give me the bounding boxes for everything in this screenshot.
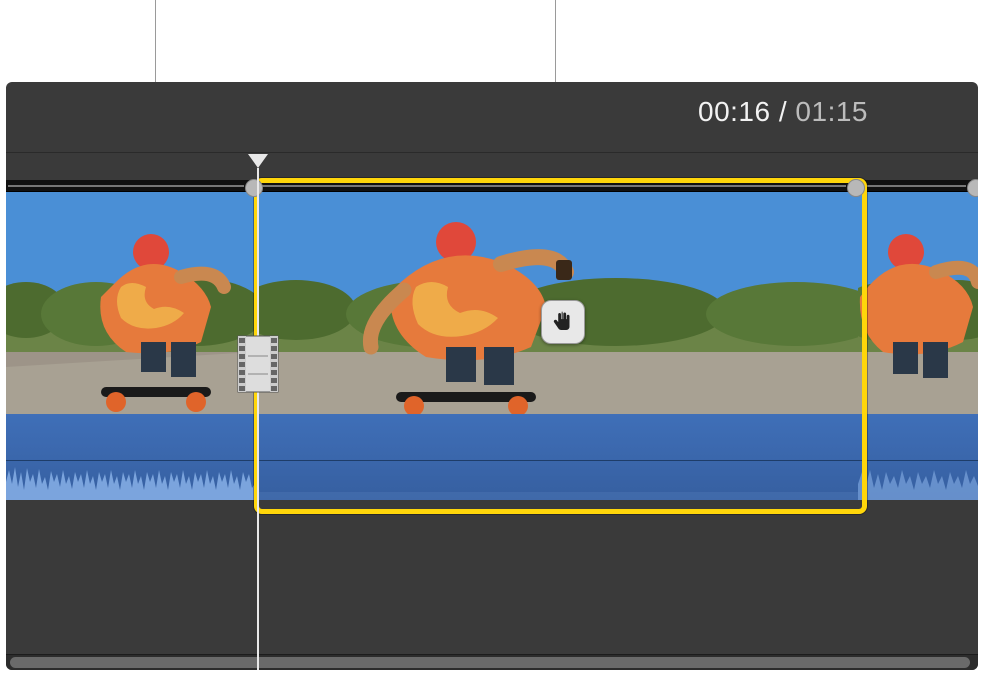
clip-thumbnail <box>6 192 256 414</box>
horizontal-scrollbar[interactable] <box>6 654 978 670</box>
timeline-ruler[interactable] <box>6 152 978 153</box>
time-current: 00:16 <box>698 96 771 127</box>
speed-handle[interactable] <box>967 179 978 197</box>
clip-thumbnail <box>858 192 978 414</box>
speed-bar[interactable] <box>858 180 978 192</box>
speed-bar[interactable] <box>256 180 858 192</box>
clip-audio-track[interactable] <box>858 414 978 500</box>
timeline-track[interactable] <box>6 180 978 500</box>
time-total: 01:15 <box>795 96 868 127</box>
playhead-skimmer-icon <box>234 334 282 394</box>
timecode-display: 00:16 / 01:15 <box>698 96 868 128</box>
speed-handle[interactable] <box>245 179 263 197</box>
clip-3[interactable] <box>858 180 978 500</box>
timeline-panel: 00:16 / 01:15 <box>6 82 978 670</box>
clip-1[interactable] <box>6 180 256 500</box>
playhead-line <box>257 168 259 670</box>
hand-icon <box>551 310 575 334</box>
time-separator: / <box>771 96 796 127</box>
clip-audio-track[interactable] <box>256 414 858 500</box>
scrollbar-thumb[interactable] <box>10 657 970 668</box>
clip-audio-track[interactable] <box>6 414 256 500</box>
hold-frame-indicator[interactable] <box>541 300 585 344</box>
speed-handle[interactable] <box>847 179 865 197</box>
speed-bar[interactable] <box>6 180 256 192</box>
